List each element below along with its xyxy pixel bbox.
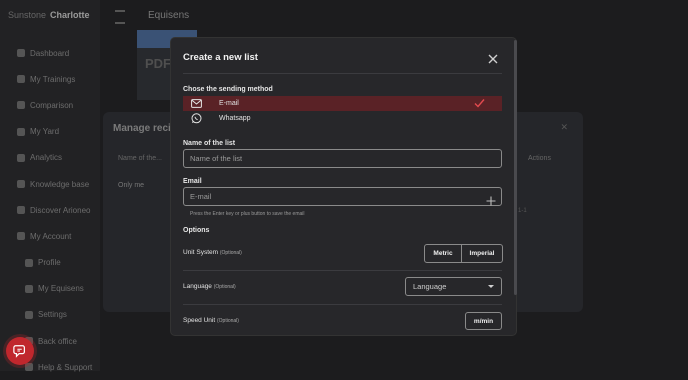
email-hint: Press the Enter key or plus button to sa… xyxy=(190,211,305,217)
sidebar-item-profile[interactable]: Profile xyxy=(0,250,100,276)
panel-close-icon[interactable]: ✕ xyxy=(560,122,568,133)
globe-icon xyxy=(17,206,25,215)
whatsapp-icon xyxy=(191,113,202,124)
modal-title: Create a new list xyxy=(183,52,258,63)
horse-icon xyxy=(17,75,25,84)
sidebar-item-comparison[interactable]: Comparison xyxy=(0,92,100,118)
table-row: Only me xyxy=(118,182,145,189)
chat-icon xyxy=(13,345,25,358)
device-icon xyxy=(25,284,33,293)
sidebar-item-trainings[interactable]: My Trainings xyxy=(0,66,100,92)
divider xyxy=(183,270,502,271)
modal-scrollbar[interactable] xyxy=(514,40,517,295)
add-email-button[interactable] xyxy=(486,193,496,206)
sidebar-item-discover[interactable]: Discover Arioneo xyxy=(0,197,100,223)
brand: Sunstone Charlotte xyxy=(8,10,90,20)
sidebar-item-equisens[interactable]: My Equisens xyxy=(0,276,100,302)
divider xyxy=(183,304,502,305)
language-label: Language (Optional) xyxy=(183,283,236,290)
pagination: 1-1 xyxy=(518,208,527,214)
analytics-icon xyxy=(17,153,25,162)
sidebar-item-settings[interactable]: Settings xyxy=(0,302,100,328)
close-icon xyxy=(488,54,498,64)
unit-imperial-button[interactable]: Imperial xyxy=(462,245,502,262)
speed-unit-button[interactable]: m/min xyxy=(465,312,502,330)
page-title: Equisens xyxy=(148,10,190,21)
language-select-value: Language xyxy=(413,282,447,291)
sidebar-item-account[interactable]: My Account xyxy=(0,223,100,249)
method-option-whatsapp[interactable]: Whatsapp xyxy=(183,111,502,126)
panel-title: Manage recip xyxy=(113,123,177,134)
list-name-label: Name of the list xyxy=(183,140,236,147)
yard-icon xyxy=(17,127,25,136)
help-icon xyxy=(25,363,33,372)
mail-icon xyxy=(191,98,202,109)
unit-system-label: Unit System (Optional) xyxy=(183,249,242,256)
user-icon xyxy=(25,258,33,267)
account-icon xyxy=(17,232,25,241)
sidebar-item-dashboard[interactable]: Dashboard xyxy=(0,40,100,66)
dashboard-icon xyxy=(17,49,25,58)
menu-toggle-icon[interactable] xyxy=(115,10,125,24)
list-name-input[interactable] xyxy=(183,149,502,168)
email-input[interactable] xyxy=(183,187,502,206)
sidebar: Sunstone Charlotte Dashboard My Trainings… xyxy=(0,0,100,372)
unit-system-toggle: Metric Imperial xyxy=(424,244,503,263)
method-label-email: E-mail xyxy=(219,100,239,107)
email-label: Email xyxy=(183,178,202,185)
bulb-icon xyxy=(17,180,25,189)
column-header-actions: Actions xyxy=(528,155,551,162)
language-select[interactable]: Language xyxy=(405,277,502,296)
sidebar-item-yard[interactable]: My Yard xyxy=(0,119,100,145)
plus-icon xyxy=(486,196,496,206)
sidebar-item-analytics[interactable]: Analytics xyxy=(0,145,100,171)
chat-button[interactable] xyxy=(6,337,34,365)
sidebar-item-knowledge[interactable]: Knowledge base xyxy=(0,171,100,197)
close-button[interactable] xyxy=(487,52,499,64)
unit-metric-button[interactable]: Metric xyxy=(425,245,462,262)
method-option-email[interactable]: E-mail xyxy=(183,96,502,111)
method-label-whatsapp: Whatsapp xyxy=(219,115,251,122)
options-label: Options xyxy=(183,227,210,234)
sending-method-label: Chose the sending method xyxy=(183,86,273,93)
column-header-name: Name of the... xyxy=(118,155,162,162)
divider xyxy=(183,73,502,74)
check-icon xyxy=(474,98,485,110)
sidebar-nav: Dashboard My Trainings Comparison My Yar… xyxy=(0,40,100,380)
create-list-modal: Create a new list Chose the sending meth… xyxy=(171,38,516,335)
chevron-down-icon xyxy=(488,285,494,288)
compare-icon xyxy=(17,101,25,110)
gear-icon xyxy=(25,310,33,319)
speed-unit-label: Speed Unit (Optional) xyxy=(183,317,239,324)
